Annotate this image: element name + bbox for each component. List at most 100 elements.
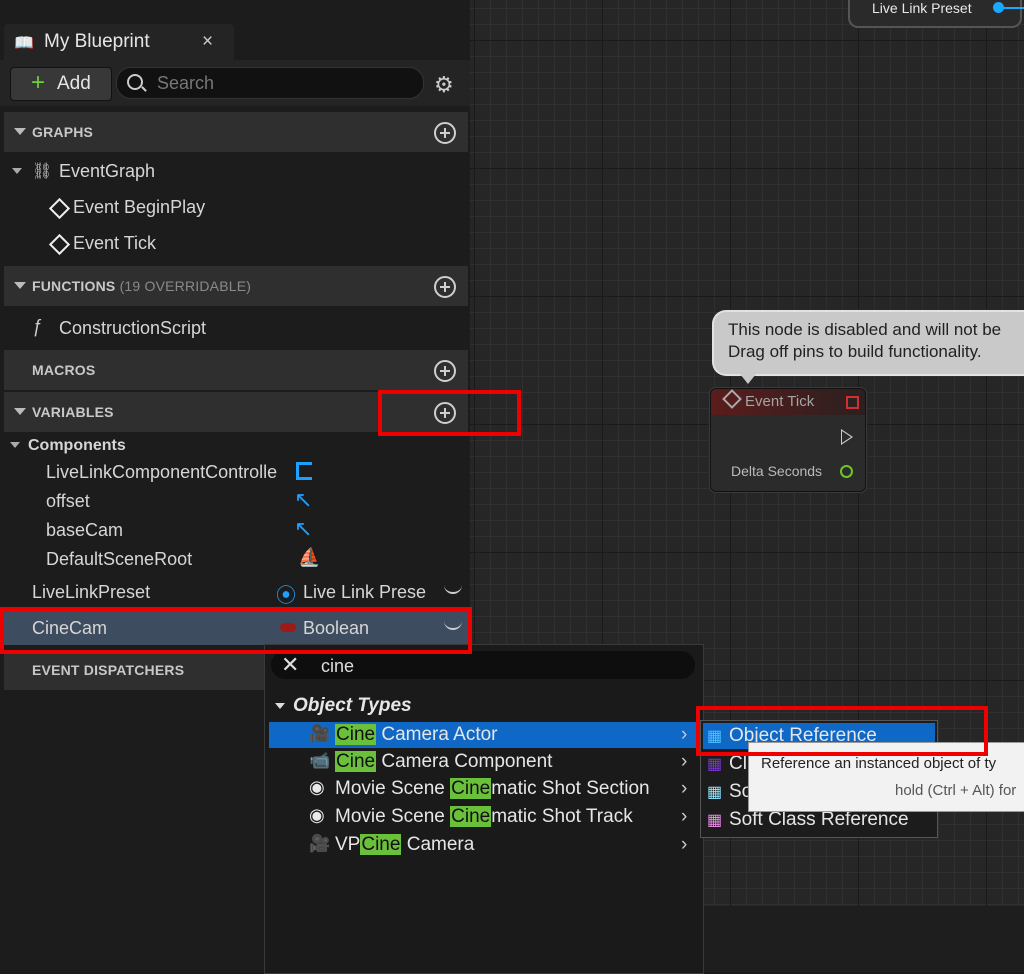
delegate-pin-icon[interactable]	[846, 396, 859, 409]
live-link-preset-node[interactable]: Live Link Preset	[848, 0, 1024, 28]
submenu-item-label: Soft Class Reference	[729, 809, 909, 830]
component-name: baseCam	[46, 520, 124, 540]
soft-class-ref-icon: ▦	[707, 812, 723, 829]
section-functions-title: FUNCTIONS (19 OVERRIDABLE)	[32, 278, 251, 294]
add-variable-icon[interactable]	[434, 402, 456, 424]
comment-line-1: This node is disabled and will not be	[728, 320, 1002, 339]
menu-item-cine-camera-actor[interactable]: 🎥 Cine Camera Actor ›	[269, 722, 699, 748]
event-beginplay-label: Event BeginPlay	[73, 197, 206, 217]
search-match: Cine	[450, 778, 492, 799]
add-macro-icon[interactable]	[434, 360, 456, 382]
add-graph-icon[interactable]	[434, 122, 456, 144]
event-diamond-icon	[48, 197, 71, 220]
chevron-down-icon[interactable]	[14, 128, 26, 135]
chevron-down-icon[interactable]	[275, 703, 285, 709]
section-event-dispatchers-title: EVENT DISPATCHERS	[32, 662, 185, 678]
close-icon[interactable]: ×	[202, 31, 213, 53]
type-search-box[interactable]: ✕	[271, 651, 695, 679]
my-blueprint-tab[interactable]: 📖 My Blueprint ×	[4, 24, 234, 60]
book-icon: 📖	[14, 35, 34, 52]
tooltip: Reference an instanced object of ty hold…	[748, 742, 1024, 812]
component-item[interactable]: baseCam ↖	[4, 516, 468, 544]
wire-connection	[1002, 7, 1024, 9]
component-name: DefaultSceneRoot	[46, 549, 193, 569]
variable-row-livelinkpreset[interactable]: LiveLinkPreset ⦿ Live Link Prese	[4, 575, 468, 609]
menu-item-shot-track[interactable]: ◉ Movie Scene Cinematic Shot Track ›	[269, 804, 699, 830]
eye-closed-icon[interactable]	[444, 584, 462, 594]
chevron-right-icon[interactable]: ›	[681, 778, 687, 800]
category-object-types[interactable]: Object Types	[275, 695, 412, 717]
comment-tail	[740, 374, 756, 384]
variable-name: LiveLinkPreset	[32, 582, 151, 602]
add-function-icon[interactable]	[434, 276, 456, 298]
search-input[interactable]	[155, 71, 409, 95]
camera-actor-icon: 🎥	[309, 834, 331, 853]
component-item[interactable]: LiveLinkComponentControlle	[4, 458, 468, 486]
search-match: Cine	[335, 751, 377, 772]
section-variables[interactable]: VARIABLES	[4, 392, 468, 432]
label-post: matic Shot Track	[491, 806, 633, 827]
chevron-right-icon[interactable]: ›	[681, 806, 687, 828]
function-icon: ƒ	[32, 316, 43, 336]
menu-item-label: Movie Scene Cinematic Shot Track	[335, 806, 633, 828]
label-post: Camera	[401, 834, 475, 855]
live-link-icon: ⦿	[276, 585, 296, 607]
sequence-icon: ◉	[309, 805, 325, 825]
tree-item-event-tick[interactable]: Event Tick	[4, 228, 468, 258]
disabled-node-comment: This node is disabled and will not be Dr…	[712, 310, 1024, 384]
section-graphs[interactable]: GRAPHS	[4, 112, 468, 152]
event-diamond-icon	[48, 233, 71, 256]
chevron-down-icon[interactable]	[14, 408, 26, 415]
type-search-input[interactable]	[319, 654, 683, 678]
eye-closed-icon[interactable]	[444, 620, 462, 630]
search-match: Cine	[360, 834, 402, 855]
event-tick-node-title: Event Tick	[745, 393, 815, 410]
menu-item-shot-section[interactable]: ◉ Movie Scene Cinematic Shot Section ›	[269, 776, 699, 802]
tree-item-event-beginplay[interactable]: Event BeginPlay	[4, 192, 468, 222]
search-box[interactable]	[116, 67, 424, 99]
soft-object-ref-icon: ▦	[707, 784, 723, 801]
constructionscript-label: ConstructionScript	[59, 318, 207, 338]
event-tick-node[interactable]: Event Tick Delta Seconds	[710, 388, 866, 492]
components-label: Components	[28, 437, 126, 454]
panel-toolbar: + Add ⚙	[0, 60, 470, 106]
functions-label: FUNCTIONS	[32, 278, 116, 294]
boolean-pill-icon[interactable]	[280, 623, 296, 632]
component-item[interactable]: DefaultSceneRoot ⛵	[4, 545, 468, 573]
sequence-icon: ◉	[309, 777, 325, 797]
section-macros[interactable]: MACROS	[4, 350, 468, 390]
label-pre: Movie Scene	[335, 778, 451, 799]
clear-search-icon[interactable]: ✕	[281, 652, 299, 678]
variable-type[interactable]: Boolean	[303, 618, 369, 639]
float-pin-icon[interactable]	[840, 465, 853, 478]
tree-item-constructionscript[interactable]: ƒ ConstructionScript	[4, 313, 468, 343]
chevron-down-icon[interactable]	[14, 282, 26, 289]
variable-type: Live Link Prese	[303, 582, 427, 602]
component-name: LiveLinkComponentControlle	[46, 462, 278, 482]
chevron-down-icon[interactable]	[12, 168, 22, 174]
class-ref-icon: ▦	[707, 756, 723, 773]
tree-item-eventgraph[interactable]: ⛓ EventGraph	[4, 156, 468, 186]
overridable-count: (19 OVERRIDABLE)	[119, 278, 252, 294]
label-pre: VP	[335, 834, 361, 855]
chevron-right-icon[interactable]: ›	[681, 834, 687, 856]
chevron-right-icon[interactable]: ›	[681, 751, 687, 773]
menu-item-label: Cine Camera Component	[335, 751, 552, 773]
add-button[interactable]: + Add	[10, 67, 112, 101]
gear-icon[interactable]: ⚙	[434, 72, 454, 98]
component-item[interactable]: offset ↖	[4, 487, 468, 515]
menu-item-cine-camera-component[interactable]: 📹 Cine Camera Component ›	[269, 749, 699, 775]
section-functions[interactable]: FUNCTIONS (19 OVERRIDABLE)	[4, 266, 468, 306]
event-tick-label: Event Tick	[73, 233, 157, 253]
chevron-right-icon[interactable]: ›	[681, 724, 687, 746]
menu-item-vp-cine-camera[interactable]: 🎥 VPCine Camera ›	[269, 832, 699, 858]
component-name: offset	[46, 491, 90, 511]
graph-bottom-strip	[704, 906, 1024, 972]
tree-item-components[interactable]: Components	[4, 434, 468, 458]
menu-item-label: Movie Scene Cinematic Shot Section	[335, 778, 650, 800]
chevron-down-icon[interactable]	[10, 442, 20, 448]
menu-item-label: Cine Camera Actor	[335, 724, 498, 746]
event-tick-node-header[interactable]: Event Tick	[711, 389, 865, 415]
graph-icon: ⛓	[32, 163, 53, 180]
variable-row-cinecam[interactable]: CineCam Boolean	[4, 611, 468, 645]
